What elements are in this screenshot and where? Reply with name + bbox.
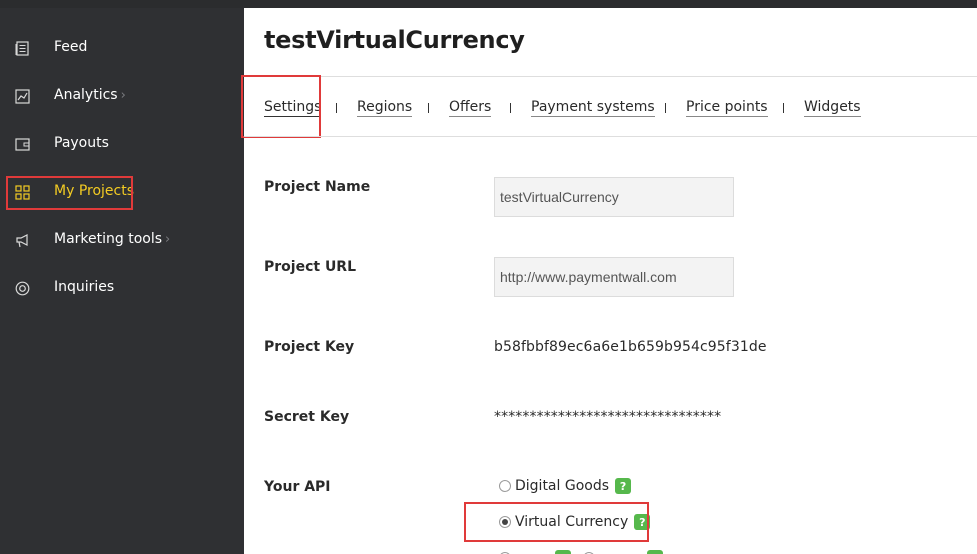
help-icon[interactable] xyxy=(647,550,663,554)
sidebar-item-marketing-tools[interactable]: Marketing tools › xyxy=(0,220,244,260)
sidebar: Feed Analytics › Payouts My Projects Mark… xyxy=(0,8,244,554)
help-icon[interactable] xyxy=(555,550,571,554)
sidebar-item-label: Feed xyxy=(54,39,88,55)
secret-key-label: Secret Key xyxy=(264,409,350,425)
sidebar-item-label: Analytics xyxy=(54,87,118,103)
tab-separator xyxy=(783,103,784,113)
sidebar-item-label: Payouts xyxy=(54,135,109,151)
sidebar-item-feed[interactable]: Feed xyxy=(0,28,244,68)
tab-offers[interactable]: Offers xyxy=(449,99,492,117)
feed-icon xyxy=(14,40,31,57)
lifebuoy-icon xyxy=(14,280,31,297)
help-icon[interactable]: ? xyxy=(615,478,632,494)
divider xyxy=(244,136,977,137)
project-key-value: b58fbbf89ec6a6e1b659b954c95f31de xyxy=(494,339,767,355)
tab-separator xyxy=(510,103,511,113)
project-name-label: Project Name xyxy=(264,179,371,195)
sidebar-item-inquiries[interactable]: Inquiries xyxy=(0,268,244,308)
tab-separator xyxy=(428,103,429,113)
tab-separator xyxy=(336,103,337,113)
analytics-icon xyxy=(14,88,31,105)
tab-payment-systems[interactable]: Payment systems xyxy=(531,99,655,117)
sidebar-item-label: Inquiries xyxy=(54,279,115,295)
page-title: testVirtualCurrency xyxy=(264,26,525,54)
divider xyxy=(244,76,977,77)
radio-button[interactable] xyxy=(499,480,511,492)
api-option-digital-goods[interactable]: Digital Goods ? xyxy=(499,478,632,494)
project-key-label: Project Key xyxy=(264,339,355,355)
project-url-input[interactable] xyxy=(494,257,734,297)
sidebar-item-analytics[interactable]: Analytics › xyxy=(0,76,244,116)
project-name-input[interactable] xyxy=(494,177,734,217)
secret-key-value: ******************************** xyxy=(494,409,722,425)
top-bar xyxy=(0,0,977,8)
your-api-label: Your API xyxy=(264,479,331,495)
chevron-right-icon: › xyxy=(165,232,171,247)
megaphone-icon xyxy=(14,232,31,249)
main-content: testVirtualCurrency Settings Regions Off… xyxy=(241,8,977,554)
highlight-box xyxy=(241,75,321,138)
tab-separator xyxy=(665,103,666,113)
sidebar-item-payouts[interactable]: Payouts xyxy=(0,124,244,164)
api-option-partial xyxy=(499,550,663,554)
sidebar-item-label: Marketing tools xyxy=(54,231,163,247)
project-url-label: Project URL xyxy=(264,259,357,275)
tab-regions[interactable]: Regions xyxy=(357,99,413,117)
highlight-box xyxy=(6,176,133,210)
wallet-icon xyxy=(14,136,31,153)
tab-price-points[interactable]: Price points xyxy=(686,99,768,117)
tab-widgets[interactable]: Widgets xyxy=(804,99,861,117)
highlight-box xyxy=(464,502,649,542)
radio-label: Digital Goods xyxy=(515,478,610,494)
chevron-right-icon: › xyxy=(120,88,126,103)
